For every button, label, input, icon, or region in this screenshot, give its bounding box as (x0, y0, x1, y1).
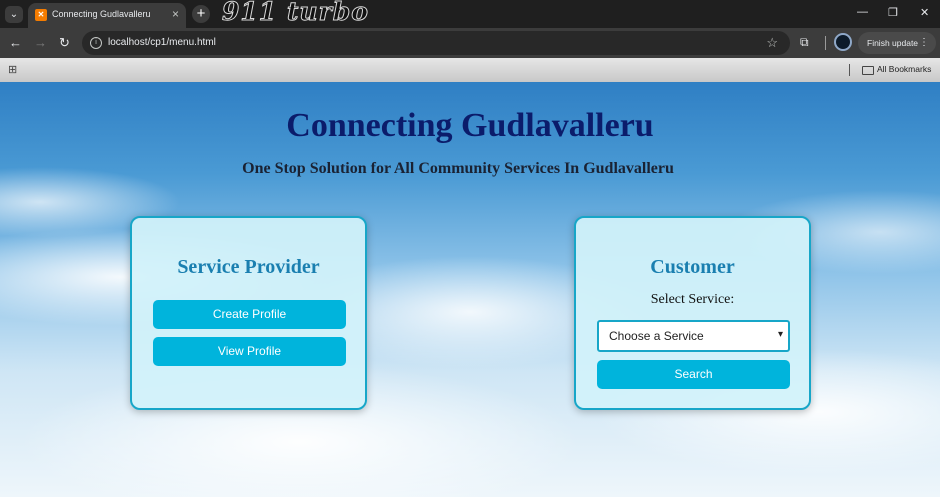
folder-icon (862, 66, 874, 75)
search-button[interactable]: Search (597, 360, 790, 389)
profile-avatar-icon[interactable] (834, 33, 852, 51)
site-info-icon[interactable]: i (90, 37, 102, 49)
theme-brand-logo: 911 turbo (222, 0, 369, 27)
service-provider-heading: Service Provider (177, 256, 320, 278)
xampp-favicon-icon: ✕ (35, 9, 47, 21)
close-window-icon[interactable]: ✕ (920, 6, 929, 19)
tab-search-icon[interactable]: ⌄ (5, 6, 23, 23)
tab-bar: ⌄ ✕ Connecting Gudlavalleru × + 911 turb… (0, 0, 940, 28)
create-profile-button[interactable]: Create Profile (153, 300, 346, 329)
apps-grid-icon[interactable]: ⊞ (8, 63, 17, 76)
new-tab-icon[interactable]: + (192, 5, 210, 23)
all-bookmarks-link[interactable]: All Bookmarks (877, 64, 931, 74)
service-select-value: Choose a Service (609, 329, 704, 343)
bookmark-star-icon[interactable]: ☆ (766, 35, 778, 51)
browser-tab[interactable]: ✕ Connecting Gudlavalleru × (28, 3, 186, 28)
bookmarks-divider (849, 64, 850, 76)
customer-heading: Customer (650, 256, 735, 278)
select-service-label: Select Service: (650, 292, 735, 307)
url-text: localhost/cp1/menu.html (108, 37, 216, 48)
finish-update-label: Finish update (867, 38, 919, 48)
finish-update-button[interactable]: Finish update ⋮ (858, 32, 936, 54)
restore-icon[interactable]: ❐ (888, 6, 898, 19)
page-viewport: Connecting Gudlavalleru One Stop Solutio… (0, 82, 940, 497)
forward-icon[interactable]: → (34, 36, 47, 49)
customer-card: Customer Select Service: Choose a Servic… (574, 216, 811, 410)
reload-icon[interactable]: ↻ (59, 36, 70, 49)
browser-toolbar: ← → ↻ i localhost/cp1/menu.html ☆ ⧉ Fini… (0, 28, 940, 58)
close-tab-icon[interactable]: × (172, 7, 179, 21)
page-title: Connecting Gudlavalleru (286, 107, 654, 144)
service-provider-card: Service Provider Create Profile View Pro… (130, 216, 367, 410)
tab-title: Connecting Gudlavalleru (52, 9, 151, 19)
extensions-icon[interactable]: ⧉ (800, 35, 809, 50)
toolbar-divider (825, 36, 826, 50)
back-icon[interactable]: ← (9, 36, 22, 49)
chevron-down-icon: ▾ (777, 329, 783, 340)
page-subtitle: One Stop Solution for All Community Serv… (242, 160, 674, 177)
minimize-icon[interactable]: — (857, 6, 868, 18)
view-profile-button[interactable]: View Profile (153, 337, 346, 366)
service-select[interactable]: Choose a Service ▾ (597, 320, 790, 352)
address-bar[interactable]: i localhost/cp1/menu.html ☆ (82, 31, 790, 55)
bookmarks-bar: ⊞ All Bookmarks (0, 58, 940, 82)
menu-dots-icon: ⋮ (919, 37, 929, 48)
